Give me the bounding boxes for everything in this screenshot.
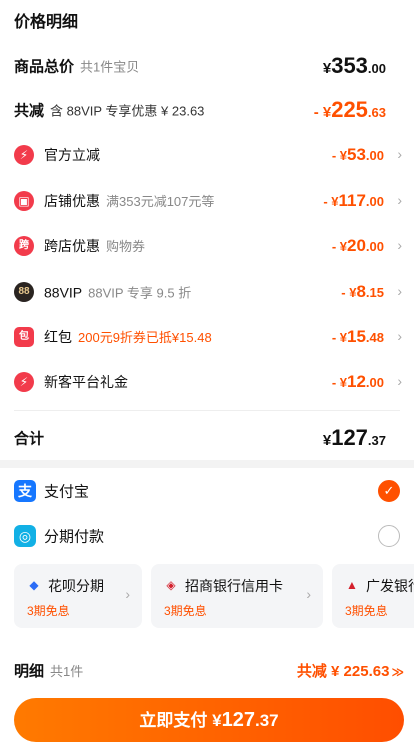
card-note: 3期免息 bbox=[27, 604, 70, 618]
alipay-icon: 支 bbox=[14, 480, 36, 502]
discount-total-amount: - ¥225.63 bbox=[313, 97, 386, 122]
discount-amount: - ¥15.48 bbox=[331, 327, 384, 346]
double-chevron-down-icon: ≫ bbox=[391, 665, 404, 679]
payment-label: 分期付款 bbox=[44, 528, 105, 546]
cmb-icon: ◈ bbox=[166, 578, 176, 592]
detail-toggle[interactable]: 共减 ¥ 225.63 ≫ bbox=[297, 660, 404, 681]
checkout-bar: 明细 共1件 共减 ¥ 225.63 ≫ 立即支付 ¥127.37 bbox=[0, 652, 414, 750]
discount-amount: - ¥12.00 bbox=[331, 372, 384, 391]
huabei-icon: ◆ bbox=[29, 578, 39, 592]
chevron-right-icon: › bbox=[397, 192, 402, 209]
vip-discount-note: 含 88VIP 专享优惠 ¥ 23.63 bbox=[50, 103, 205, 119]
payment-option-installment[interactable]: ◎ 分期付款 bbox=[0, 515, 414, 557]
discount-row-store[interactable]: ▣ 店铺优惠 满353元减107元等 - ¥117.00 › bbox=[0, 181, 414, 221]
discount-label: 店铺优惠 bbox=[44, 193, 100, 209]
installment-icon: ◎ bbox=[14, 525, 36, 547]
payment-label: 支付宝 bbox=[44, 483, 90, 501]
discount-amount: - ¥8.15 bbox=[341, 282, 384, 301]
discount-sub: 200元9折券已抵¥15.48 bbox=[78, 330, 212, 345]
installment-card-huabei[interactable]: ◆ 花呗分期 3期免息 › bbox=[14, 564, 142, 628]
card-name: 招商银行信用卡 bbox=[185, 578, 283, 594]
item-count: 共1件 bbox=[50, 664, 84, 679]
price-detail-panel: 价格明细 商品总价 共1件宝贝 ¥353.00 共减含 88VIP 专享优惠 ¥ … bbox=[0, 0, 414, 460]
discount-sub: 满353元减107元等 bbox=[106, 194, 215, 209]
discount-amount: - ¥20.00 bbox=[331, 236, 384, 255]
payment-option-alipay[interactable]: 支 支付宝 ✓ bbox=[0, 470, 414, 512]
panel-title: 价格明细 bbox=[14, 14, 79, 31]
sum-label: 合计 bbox=[14, 430, 45, 448]
card-note: 3期免息 bbox=[345, 604, 388, 618]
installment-card-cgb[interactable]: ▲ 广发银行 3期免息 bbox=[332, 564, 414, 628]
goods-total-amount: ¥353.00 bbox=[322, 53, 386, 78]
detail-label: 明细 共1件 bbox=[14, 663, 84, 680]
discount-amount: - ¥53.00 bbox=[331, 145, 384, 164]
discount-label: 跨店优惠 bbox=[44, 238, 100, 254]
chevron-right-icon: › bbox=[397, 373, 402, 390]
divider bbox=[14, 410, 400, 411]
card-name: 花呗分期 bbox=[48, 578, 104, 594]
goods-total-label: 商品总价 共1件宝贝 bbox=[14, 58, 140, 76]
discount-label: 88VIP bbox=[44, 284, 83, 301]
chevron-right-icon: › bbox=[397, 328, 402, 345]
goods-total-row: 商品总价 共1件宝贝 ¥353.00 bbox=[0, 46, 414, 86]
goods-count: 共1件宝贝 bbox=[80, 59, 140, 75]
lightning-icon: ⚡ bbox=[14, 145, 34, 165]
chevron-right-icon: › bbox=[306, 586, 311, 602]
discount-row-cross-store[interactable]: 跨 跨店优惠 购物券 - ¥20.00 › bbox=[0, 226, 414, 266]
chevron-right-icon: › bbox=[397, 146, 402, 163]
chevron-right-icon: › bbox=[125, 586, 130, 602]
pay-now-button[interactable]: 立即支付 ¥127.37 bbox=[14, 698, 404, 742]
card-note: 3期免息 bbox=[164, 604, 207, 618]
discount-amount: - ¥117.00 bbox=[323, 191, 384, 210]
discount-label: 官方立减 bbox=[44, 147, 100, 163]
payment-methods: 支 支付宝 ✓ ◎ 分期付款 ◆ 花呗分期 3期免息 › ◈ 招商银行信用卡 3… bbox=[0, 468, 414, 652]
cgb-icon: ▲ bbox=[346, 578, 358, 592]
discount-sub: 88VIP 专享 9.5 折 bbox=[88, 285, 192, 301]
discount-row-official[interactable]: ⚡ 官方立减 - ¥53.00 › bbox=[0, 135, 414, 175]
radio-selected[interactable]: ✓ bbox=[378, 480, 400, 502]
lightning-icon: ⚡ bbox=[14, 372, 34, 392]
discount-total-row: 共减含 88VIP 专享优惠 ¥ 23.63 - ¥225.63 bbox=[0, 90, 414, 130]
chevron-right-icon: › bbox=[397, 283, 402, 300]
discount-sub: 购物券 bbox=[106, 239, 146, 254]
installment-cards: ◆ 花呗分期 3期免息 › ◈ 招商银行信用卡 3期免息 › ▲ 广发银行 3期… bbox=[14, 564, 414, 630]
cross-store-icon: 跨 bbox=[14, 236, 34, 256]
chevron-right-icon: › bbox=[397, 237, 402, 254]
sum-amount: ¥127.37 bbox=[322, 425, 386, 450]
discount-label: 红包 bbox=[44, 329, 72, 345]
discount-row-red-packet[interactable]: 包 红包 200元9折券已抵¥15.48 - ¥15.48 › bbox=[0, 317, 414, 357]
discount-row-new-customer[interactable]: ⚡ 新客平台礼金 - ¥12.00 › bbox=[0, 362, 414, 402]
red-packet-icon: 包 bbox=[14, 327, 34, 347]
88vip-icon: 88 bbox=[14, 282, 34, 302]
radio-unselected[interactable] bbox=[378, 525, 400, 547]
shop-icon: ▣ bbox=[14, 191, 34, 211]
discount-label: 新客平台礼金 bbox=[44, 374, 128, 390]
card-name: 广发银行 bbox=[366, 578, 414, 594]
sum-row: 合计 ¥127.37 bbox=[0, 418, 414, 458]
discount-total-label: 共减含 88VIP 专享优惠 ¥ 23.63 bbox=[14, 102, 205, 120]
discount-row-88vip[interactable]: 88 88VIP 88VIP 专享 9.5 折 - ¥8.15 › bbox=[0, 272, 414, 312]
installment-card-cmb[interactable]: ◈ 招商银行信用卡 3期免息 › bbox=[151, 564, 323, 628]
detail-discount-total: 共减 ¥ 225.63 bbox=[296, 663, 390, 680]
